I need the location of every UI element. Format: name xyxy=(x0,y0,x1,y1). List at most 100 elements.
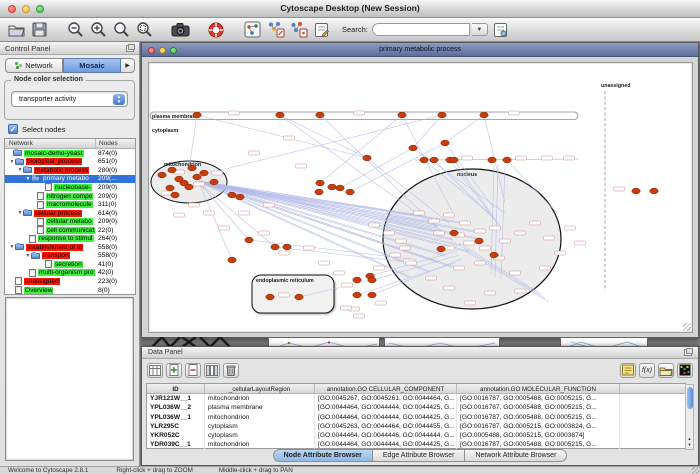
network-page-icon xyxy=(29,235,36,243)
window-title: Cytoscape Desktop (New Session) xyxy=(0,3,700,13)
help-lifebuoy-icon[interactable] xyxy=(206,20,226,40)
tree-row[interactable]: ▼secretion41(0) xyxy=(5,260,135,269)
search-options-icon[interactable] xyxy=(491,20,511,40)
tree-row[interactable]: ▼multi-organism pro42(0) xyxy=(5,269,135,278)
tab-overflow-icon[interactable]: ▶ xyxy=(121,58,135,73)
network-overview-icon[interactable] xyxy=(242,20,262,40)
status-welcome: Welcome to Cytoscape 2.8.1 xyxy=(8,467,88,474)
tree-row[interactable]: ▼nucleobase-209(0) xyxy=(5,183,135,192)
data-panel-titlebar[interactable]: Data Panel xyxy=(142,347,698,359)
tab-edge-attribute-browser[interactable]: Edge Attribute Browser xyxy=(373,449,466,462)
birds-eye-view[interactable] xyxy=(5,297,134,461)
snapshot-camera-icon[interactable] xyxy=(170,20,190,40)
tree-row[interactable]: ▼mosaic-demo-yeast874(0) xyxy=(5,149,135,158)
tree-row[interactable]: ▼response to stimul264(0) xyxy=(5,234,135,243)
network-graph: unassigned plasma membrane cytoplasm mit… xyxy=(149,63,692,332)
zoom-selected-icon[interactable] xyxy=(134,20,154,40)
network-page-icon xyxy=(29,269,36,277)
main-toolbar: Search: ▼ xyxy=(0,18,700,42)
table-row[interactable]: YJR121W__1mitochondrion[GO:0045267, GO:0… xyxy=(147,394,685,403)
region-unassigned-label: unassigned xyxy=(601,83,630,89)
float-panel-icon[interactable] xyxy=(684,349,692,356)
region-er-label: endoplasmic reticulum xyxy=(256,278,314,284)
data-panel-title: Data Panel xyxy=(148,349,183,356)
tab-node-attribute-browser[interactable]: Node Attribute Browser xyxy=(273,449,373,462)
table-row[interactable]: YPL036W__2plasma membrane[GO:0044464, GO… xyxy=(147,403,685,412)
control-panel-header: Control Panel xyxy=(0,42,139,55)
tree-row[interactable]: ▼biological_process651(0) xyxy=(5,158,135,167)
network-page-icon xyxy=(37,201,44,209)
layout-apply-icon[interactable] xyxy=(265,20,285,40)
network-canvas[interactable]: unassigned plasma membrane cytoplasm mit… xyxy=(148,62,693,333)
folder-icon xyxy=(15,159,24,165)
control-panel-title: Control Panel xyxy=(5,44,50,53)
float-panel-icon[interactable] xyxy=(126,45,134,52)
group-title: Node color selection xyxy=(11,76,86,83)
folder-icon xyxy=(23,167,32,173)
network-page-icon xyxy=(45,183,52,191)
tab-network[interactable]: Network xyxy=(5,58,63,73)
tab-mosaic[interactable]: Mosaic xyxy=(63,58,121,73)
select-nodes-label: Select nodes xyxy=(22,125,65,134)
zoom-in-icon[interactable] xyxy=(88,20,108,40)
layout-settings-icon[interactable] xyxy=(288,20,308,40)
table-row[interactable]: YKR052Ccytoplasm[GO:0044464, GO:0044446,… xyxy=(147,431,685,440)
function-builder-icon[interactable]: f(x) xyxy=(639,363,655,378)
network-page-icon xyxy=(15,277,22,285)
tree-row[interactable]: ▼transport558(0) xyxy=(5,252,135,261)
network-page-icon xyxy=(45,260,52,268)
delete-attribute-icon[interactable] xyxy=(185,363,201,378)
tab-network-attribute-browser[interactable]: Network Attribute Browser xyxy=(465,449,567,462)
tree-row[interactable]: ▼cellular metabo209(0) xyxy=(5,217,135,226)
status-pan-hint: Middle-click + drag to PAN xyxy=(219,467,293,474)
table-row[interactable]: YLR295Ccytoplasm[GO:0045263, GO:0044464,… xyxy=(147,422,685,431)
region-plasma-membrane-label: plasma membrane xyxy=(152,114,199,120)
tree-row[interactable]: ▼establishment of lo558(0) xyxy=(5,243,135,252)
network-tree: Network Nodes ▼mosaic-demo-yeast874(0) ▼… xyxy=(4,138,136,295)
search-dropdown-icon[interactable]: ▼ xyxy=(472,23,488,36)
zoom-out-icon[interactable] xyxy=(65,20,85,40)
canvas-resize-grip[interactable] xyxy=(683,323,691,331)
tree-row-selected[interactable]: ▼primary metabo209(... xyxy=(5,175,135,184)
tree-row[interactable]: ▼metabolic process280(0) xyxy=(5,166,135,175)
table-header-row[interactable]: ID _cellularLayoutRegion annotation.GO C… xyxy=(147,384,685,394)
tree-row[interactable]: ▼unassigned223(0) xyxy=(5,277,135,286)
node-color-dropdown[interactable]: transporter activity ▲▼ xyxy=(11,91,128,107)
attribute-browser-tabs: Node Attribute Browser Edge Attribute Br… xyxy=(142,449,698,462)
annotation-form-icon[interactable] xyxy=(311,20,331,40)
zoom-fit-icon[interactable] xyxy=(111,20,131,40)
table-scrollbar[interactable]: ▲▼ xyxy=(685,384,694,450)
tree-row[interactable]: ▼cellular process614(0) xyxy=(5,209,135,218)
import-attributes-icon[interactable] xyxy=(658,363,674,378)
search-label: Search: xyxy=(342,25,368,34)
tree-row[interactable]: ▼Overview8(0) xyxy=(5,286,135,295)
heatmap-icon[interactable] xyxy=(677,363,693,378)
folder-icon xyxy=(31,253,40,259)
scrollbar-arrows-icon[interactable]: ▲▼ xyxy=(686,436,693,448)
search-input[interactable] xyxy=(372,23,470,36)
create-attribute-icon[interactable] xyxy=(166,363,182,378)
window-resize-grip[interactable] xyxy=(692,466,700,474)
save-session-icon[interactable] xyxy=(29,20,49,40)
open-session-icon[interactable] xyxy=(6,20,26,40)
table-row[interactable]: YPL036W__1mitochondrion[GO:0044464, GO:0… xyxy=(147,413,685,422)
network-window-titlebar[interactable]: primary metabolic process xyxy=(142,43,698,57)
window-titlebar: Cytoscape Desktop (New Session) xyxy=(0,0,700,18)
attribute-columns-icon[interactable] xyxy=(204,363,220,378)
tree-row[interactable]: ▼cell communicat22(0) xyxy=(5,226,135,235)
trash-icon[interactable] xyxy=(223,363,239,378)
control-panel: Control Panel Network Mosaic ▶ Node colo… xyxy=(0,42,140,466)
status-zoom-hint: Right-click + drag to ZOOM xyxy=(116,467,192,474)
node-color-selection-group: Node color selection transporter activit… xyxy=(4,80,135,120)
network-view-window: primary metabolic process unassigned pla… xyxy=(141,42,699,338)
tree-row[interactable]: ▼macromolecule311(0) xyxy=(5,200,135,209)
select-attributes-icon[interactable] xyxy=(147,363,163,378)
tree-row[interactable]: ▼nitrogen compo209(0) xyxy=(5,192,135,201)
select-nodes-checkbox[interactable]: ✓ xyxy=(8,124,18,134)
scrollbar-thumb[interactable] xyxy=(687,387,693,409)
folder-icon xyxy=(23,210,32,216)
annotation-note-icon[interactable] xyxy=(620,363,636,378)
mdi-desktop: primary metabolic process unassigned pla… xyxy=(140,42,700,466)
network-page-icon xyxy=(37,192,44,200)
dropdown-stepper-icon: ▲▼ xyxy=(113,94,125,106)
